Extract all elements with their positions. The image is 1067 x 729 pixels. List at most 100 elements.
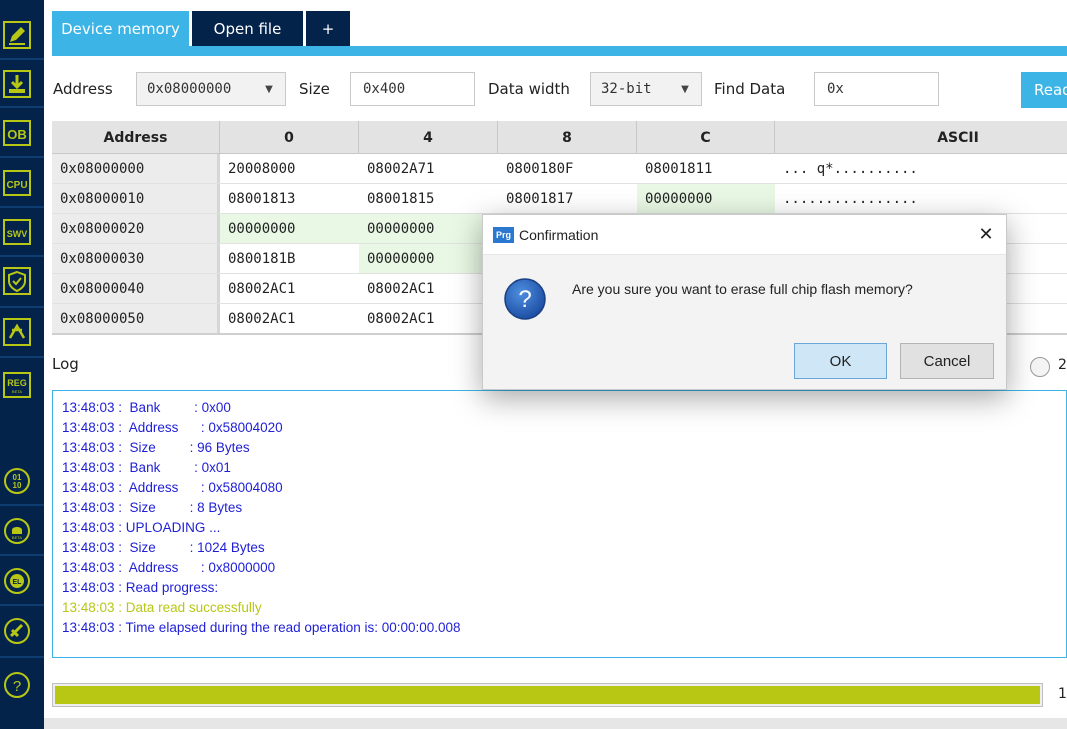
address-cell: 0x08000000 <box>52 154 220 183</box>
progress-bar <box>52 683 1043 707</box>
table-row[interactable]: 0x08000000 20008000 08002A71 0800180F 08… <box>52 154 1067 184</box>
confirmation-dialog: Prg Confirmation ✕ ? Are you sure you wa… <box>482 214 1007 390</box>
column-header[interactable]: Address <box>52 121 220 154</box>
toolbar-divider <box>0 306 44 308</box>
data-cell[interactable]: 08002AC1 <box>359 274 498 303</box>
toolbar-divider <box>0 656 44 658</box>
address-cell: 0x08000020 <box>52 214 220 243</box>
tab-open-file[interactable]: Open file <box>192 11 303 46</box>
address-label: Address <box>53 80 113 98</box>
binary-icon[interactable]: 01 10 <box>2 466 32 496</box>
shield-icon[interactable] <box>2 266 32 296</box>
column-header[interactable]: 8 <box>498 121 637 154</box>
svg-text:BETA: BETA <box>12 535 22 540</box>
data-cell[interactable]: 00000000 <box>359 244 498 273</box>
data-cell[interactable]: 00000000 <box>359 214 498 243</box>
log-line: 13:48:03 : Size : 96 Bytes <box>62 440 250 455</box>
log-line: 13:48:03 : Bank : 0x01 <box>62 460 231 475</box>
log-line: 13:48:03 : Read progress: <box>62 580 219 595</box>
data-cell[interactable]: 08002AC1 <box>359 304 498 333</box>
data-width-value: 32-bit <box>601 81 652 97</box>
log-line-success: 13:48:03 : Data read successfully <box>62 600 262 615</box>
svg-text:BETA: BETA <box>12 389 22 394</box>
data-cell[interactable]: 08002AC1 <box>220 304 359 333</box>
data-cell[interactable]: 08001811 <box>637 154 775 183</box>
data-width-select[interactable]: 32-bit ▼ <box>590 72 702 106</box>
address-cell: 0x08000030 <box>52 244 220 273</box>
read-button[interactable]: Read <box>1021 72 1067 108</box>
beta-icon[interactable]: BETA <box>2 516 32 546</box>
chevron-down-icon[interactable]: ▼ <box>253 73 285 105</box>
log-line: 13:48:03 : Address : 0x8000000 <box>62 560 276 575</box>
tab-device-memory[interactable]: Device memory <box>52 11 189 46</box>
data-cell[interactable]: 0800181B <box>220 244 359 273</box>
progress-percent-text: 1 <box>1058 686 1067 702</box>
help-icon[interactable]: ? <box>2 670 32 700</box>
tab-bar: Device memory Open file + <box>44 0 1067 56</box>
table-header: Address 0 4 8 C ASCII <box>52 121 1067 154</box>
log-line: 13:48:03 : Time elapsed during the read … <box>62 620 461 635</box>
data-cell[interactable]: 08001815 <box>359 184 498 213</box>
log-line: 13:48:03 : Address : 0x58004020 <box>62 420 283 435</box>
swv-icon[interactable]: SWV <box>2 217 32 247</box>
log-line: 13:48:03 : UPLOADING ... <box>62 520 221 535</box>
data-cell[interactable]: 08002AC1 <box>220 274 359 303</box>
dialog-title: Confirmation <box>519 227 599 243</box>
edit-icon[interactable] <box>2 20 32 50</box>
chevron-down-icon[interactable]: ▼ <box>669 73 701 105</box>
column-header[interactable]: 0 <box>220 121 359 154</box>
log-line: 13:48:03 : Address : 0x58004080 <box>62 480 283 495</box>
column-header[interactable]: 4 <box>359 121 498 154</box>
verbosity-radio[interactable] <box>1030 357 1050 377</box>
star-icon[interactable] <box>2 317 32 347</box>
cancel-button[interactable]: Cancel <box>900 343 994 379</box>
left-toolbar: OB CPU SWV REG BETA 01 10 BETA EL ? <box>0 0 44 729</box>
svg-text:CPU: CPU <box>6 180 27 191</box>
data-cell[interactable]: 20008000 <box>220 154 359 183</box>
toolbar-divider <box>0 156 44 158</box>
toolbar-divider <box>0 255 44 257</box>
address-cell: 0x08000050 <box>52 304 220 333</box>
svg-text:10: 10 <box>13 481 22 490</box>
toolbar-divider <box>0 604 44 606</box>
close-icon[interactable]: ✕ <box>976 224 996 245</box>
add-tab-button[interactable]: + <box>306 11 350 46</box>
find-data-label: Find Data <box>714 80 786 98</box>
column-header[interactable]: C <box>637 121 775 154</box>
toolbar-divider <box>0 554 44 556</box>
cpu-icon[interactable]: CPU <box>2 168 32 198</box>
status-strip <box>44 718 1067 729</box>
toolbar-divider <box>0 356 44 358</box>
toolbar-divider <box>0 206 44 208</box>
find-data-input[interactable]: 0x <box>814 72 939 106</box>
size-input[interactable]: 0x400 <box>350 72 475 106</box>
log-panel[interactable]: 13:48:03 : Bank : 0x00 13:48:03 : Addres… <box>52 390 1067 658</box>
ob-icon[interactable]: OB <box>2 118 32 148</box>
dialog-titlebar[interactable]: Prg Confirmation ✕ <box>483 215 1006 255</box>
ok-button[interactable]: OK <box>794 343 887 379</box>
data-cell[interactable]: 08001817 <box>498 184 637 213</box>
address-cell: 0x08000010 <box>52 184 220 213</box>
log-label: Log <box>52 355 79 373</box>
verbosity-radio-label: 2 <box>1058 357 1067 373</box>
reg-icon[interactable]: REG BETA <box>2 370 32 400</box>
log-line: 13:48:03 : Size : 1024 Bytes <box>62 540 265 555</box>
el-icon[interactable]: EL <box>2 566 32 596</box>
size-label: Size <box>299 80 330 98</box>
data-cell[interactable]: 0800180F <box>498 154 637 183</box>
address-value: 0x08000000 <box>147 81 232 97</box>
svg-text:?: ? <box>518 286 531 313</box>
svg-text:EL: EL <box>13 579 23 586</box>
data-cell[interactable]: 00000000 <box>220 214 359 243</box>
data-cell[interactable]: 00000000 <box>637 184 775 213</box>
data-cell[interactable]: 08002A71 <box>359 154 498 183</box>
memory-toolbar: Address 0x08000000 ▼ Size 0x400 Data wid… <box>44 56 1067 120</box>
log-line: 13:48:03 : Size : 8 Bytes <box>62 500 243 515</box>
data-cell[interactable]: 08001813 <box>220 184 359 213</box>
address-combobox[interactable]: 0x08000000 ▼ <box>136 72 286 106</box>
download-icon[interactable] <box>2 69 32 99</box>
data-width-label: Data width <box>488 80 570 98</box>
column-header[interactable]: ASCII <box>775 121 1067 154</box>
fuse-icon[interactable] <box>2 616 32 646</box>
table-row[interactable]: 0x08000010 08001813 08001815 08001817 00… <box>52 184 1067 214</box>
